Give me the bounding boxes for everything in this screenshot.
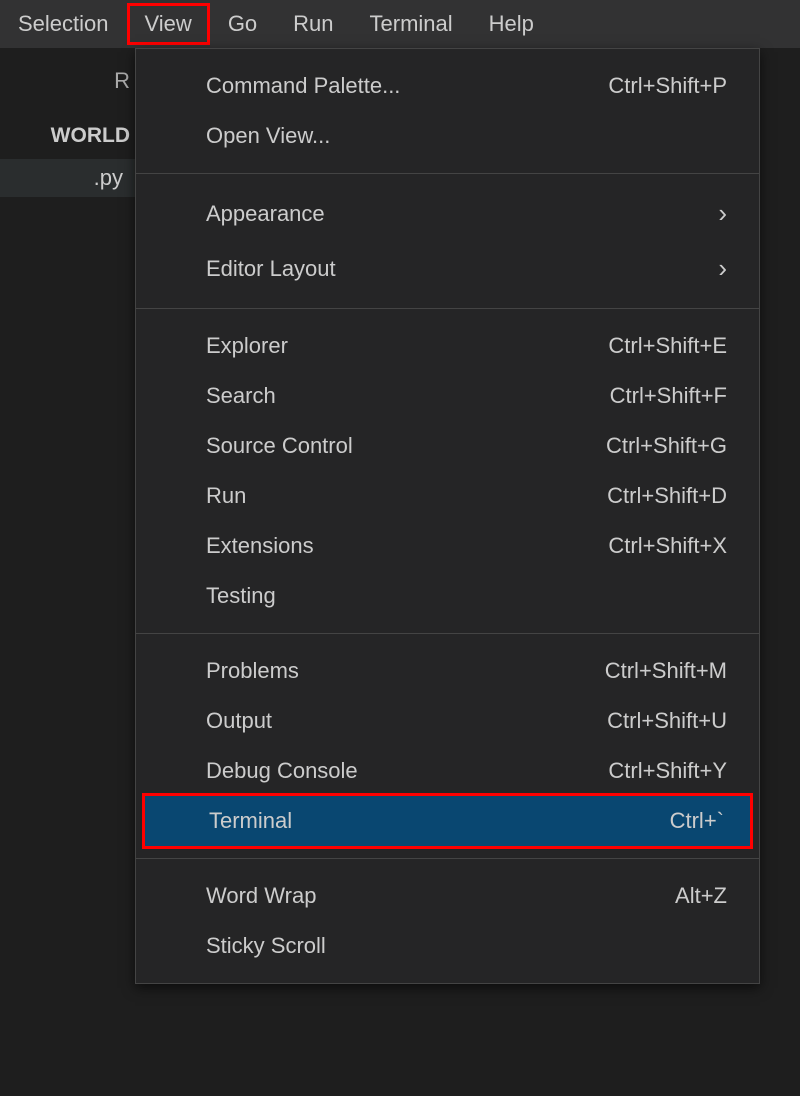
menu-item-label: Run bbox=[206, 483, 246, 509]
menu-item-explorer[interactable]: Explorer Ctrl+Shift+E bbox=[136, 321, 759, 371]
menu-item-shortcut: Ctrl+Shift+G bbox=[606, 433, 727, 459]
menu-item-extensions[interactable]: Extensions Ctrl+Shift+X bbox=[136, 521, 759, 571]
menu-item-sticky-scroll[interactable]: Sticky Scroll bbox=[136, 921, 759, 971]
menu-item-label: Output bbox=[206, 708, 272, 734]
menubar-item-help[interactable]: Help bbox=[471, 3, 552, 45]
menu-item-label: Debug Console bbox=[206, 758, 358, 784]
menu-item-shortcut: Ctrl+Shift+Y bbox=[608, 758, 727, 784]
menubar: Selection View Go Run Terminal Help bbox=[0, 0, 800, 48]
menu-item-label: Source Control bbox=[206, 433, 353, 459]
file-item-fragment[interactable]: .py bbox=[0, 159, 135, 197]
menu-item-label: Explorer bbox=[206, 333, 288, 359]
menu-item-search[interactable]: Search Ctrl+Shift+F bbox=[136, 371, 759, 421]
menu-item-shortcut: Ctrl+Shift+E bbox=[608, 333, 727, 359]
menu-item-shortcut: Ctrl+Shift+D bbox=[607, 483, 727, 509]
menu-item-testing[interactable]: Testing bbox=[136, 571, 759, 621]
menu-item-appearance[interactable]: Appearance › bbox=[136, 186, 759, 241]
explorer-header-fragment: R bbox=[0, 48, 135, 104]
chevron-right-icon: › bbox=[718, 198, 727, 229]
chevron-right-icon: › bbox=[718, 253, 727, 284]
menu-item-shortcut: Ctrl+Shift+M bbox=[605, 658, 727, 684]
menu-item-open-view[interactable]: Open View... bbox=[136, 111, 759, 161]
menu-item-label: Testing bbox=[206, 583, 276, 609]
menu-item-label: Open View... bbox=[206, 123, 330, 149]
menu-item-output[interactable]: Output Ctrl+Shift+U bbox=[136, 696, 759, 746]
menu-item-run[interactable]: Run Ctrl+Shift+D bbox=[136, 471, 759, 521]
menu-item-label: Extensions bbox=[206, 533, 314, 559]
menu-item-label: Appearance bbox=[206, 201, 325, 227]
menu-item-label: Word Wrap bbox=[206, 883, 316, 909]
menu-item-editor-layout[interactable]: Editor Layout › bbox=[136, 241, 759, 296]
menu-item-terminal[interactable]: Terminal Ctrl+` bbox=[142, 793, 753, 849]
menubar-item-terminal[interactable]: Terminal bbox=[352, 3, 471, 45]
menu-item-label: Editor Layout bbox=[206, 256, 336, 282]
menu-item-source-control[interactable]: Source Control Ctrl+Shift+G bbox=[136, 421, 759, 471]
menubar-item-go[interactable]: Go bbox=[210, 3, 275, 45]
menubar-item-view[interactable]: View bbox=[127, 3, 210, 45]
menu-item-shortcut: Ctrl+Shift+X bbox=[608, 533, 727, 559]
menu-item-label: Command Palette... bbox=[206, 73, 400, 99]
view-dropdown-menu: Command Palette... Ctrl+Shift+P Open Vie… bbox=[135, 48, 760, 984]
menu-item-shortcut: Ctrl+` bbox=[670, 808, 724, 834]
menu-item-shortcut: Alt+Z bbox=[675, 883, 727, 909]
menu-item-label: Sticky Scroll bbox=[206, 933, 326, 959]
menu-item-label: Search bbox=[206, 383, 276, 409]
menu-item-shortcut: Ctrl+Shift+U bbox=[607, 708, 727, 734]
menubar-item-selection[interactable]: Selection bbox=[0, 3, 127, 45]
sidebar-fragment: R WORLD .py bbox=[0, 48, 135, 197]
menu-item-label: Terminal bbox=[209, 808, 292, 834]
folder-name-fragment: WORLD bbox=[0, 104, 135, 153]
menu-item-word-wrap[interactable]: Word Wrap Alt+Z bbox=[136, 871, 759, 921]
menu-item-label: Problems bbox=[206, 658, 299, 684]
menu-item-command-palette[interactable]: Command Palette... Ctrl+Shift+P bbox=[136, 61, 759, 111]
menu-item-problems[interactable]: Problems Ctrl+Shift+M bbox=[136, 646, 759, 696]
menubar-item-run[interactable]: Run bbox=[275, 3, 351, 45]
menu-item-shortcut: Ctrl+Shift+F bbox=[610, 383, 727, 409]
menu-item-shortcut: Ctrl+Shift+P bbox=[608, 73, 727, 99]
menu-item-debug-console[interactable]: Debug Console Ctrl+Shift+Y bbox=[136, 746, 759, 796]
